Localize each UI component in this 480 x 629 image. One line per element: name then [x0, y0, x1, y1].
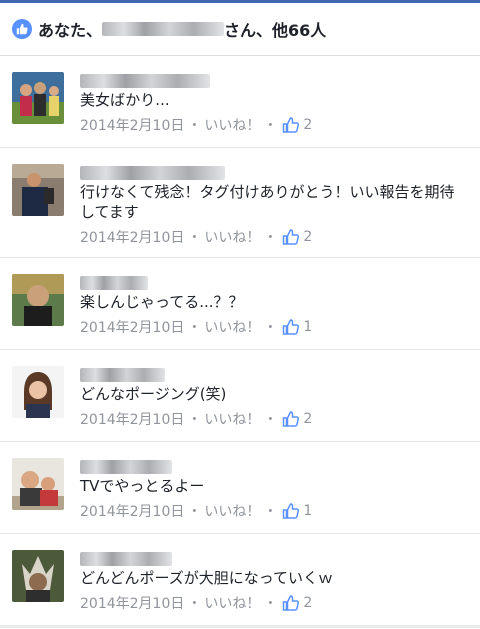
comment-text: 行けなくて残念！タグ付けありがとう！いい報告を期待してます [80, 183, 455, 221]
thumbs-up-icon[interactable] [282, 117, 300, 133]
likes-prefix: あなた、 [38, 21, 103, 40]
like-count[interactable]: 2 [303, 411, 312, 427]
comment-date[interactable]: 2014年2月10日 [80, 317, 184, 337]
comment-item: どんどんポーズが大胆になっていくｗ 2014年2月10日 ・ いいね！ ・ 2 [0, 534, 480, 629]
comment-text: 美女ばかり... [80, 91, 170, 109]
comment-meta: 2014年2月10日 ・ いいね！ ・ 2 [80, 593, 313, 613]
comment-date[interactable]: 2014年2月10日 [80, 593, 184, 613]
avatar[interactable] [12, 72, 64, 124]
thumbs-up-icon[interactable] [282, 503, 300, 519]
comment-text: 楽しんじゃってる...？？ [80, 293, 244, 311]
avatar[interactable] [12, 366, 64, 418]
commenter-name[interactable] [80, 456, 468, 474]
commenter-name[interactable] [80, 272, 468, 290]
comment-date[interactable]: 2014年2月10日 [80, 409, 184, 429]
like-count[interactable]: 2 [303, 117, 312, 133]
avatar[interactable] [12, 550, 64, 602]
comment-meta: 2014年2月10日 ・ いいね！ ・ 2 [80, 115, 313, 135]
commenter-name[interactable] [80, 162, 468, 180]
comment-meta: 2014年2月10日 ・ いいね！ ・ 1 [80, 317, 313, 337]
comment-item: どんなポージング(笑) 2014年2月10日 ・ いいね！ ・ 2 [0, 350, 480, 442]
redacted-name [102, 22, 225, 36]
thumbs-up-icon [12, 19, 32, 39]
comment-meta: 2014年2月10日 ・ いいね！ ・ 1 [80, 501, 313, 521]
comment-date[interactable]: 2014年2月10日 [80, 115, 184, 135]
like-count[interactable]: 2 [303, 229, 312, 245]
like-link[interactable]: いいね！ [204, 227, 260, 247]
like-link[interactable]: いいね！ [204, 115, 260, 135]
like-link[interactable]: いいね！ [204, 317, 260, 337]
thumbs-up-icon[interactable] [282, 595, 300, 611]
like-count[interactable]: 1 [303, 503, 312, 519]
comment-meta: 2014年2月10日 ・ いいね！ ・ 2 [80, 227, 313, 247]
commenter-name[interactable] [80, 364, 468, 382]
comment-date[interactable]: 2014年2月10日 [80, 501, 184, 521]
thumbs-up-icon[interactable] [282, 319, 300, 335]
like-link[interactable]: いいね！ [204, 501, 260, 521]
comment-text: TVでやっとるよー [80, 477, 205, 495]
avatar[interactable] [12, 164, 64, 216]
comment-item: 行けなくて残念！タグ付けありがとう！いい報告を期待してます 2014年2月10日… [0, 148, 480, 258]
comment-text: どんなポージング(笑) [80, 385, 227, 403]
commenter-name[interactable] [80, 548, 468, 566]
comment-meta: 2014年2月10日 ・ いいね！ ・ 2 [80, 409, 313, 429]
like-count[interactable]: 1 [303, 319, 312, 335]
likes-suffix: さん、他66人 [224, 21, 327, 40]
comment-item: TVでやっとるよー 2014年2月10日 ・ いいね！ ・ 1 [0, 442, 480, 534]
comment-date[interactable]: 2014年2月10日 [80, 227, 184, 247]
like-link[interactable]: いいね！ [204, 593, 260, 613]
like-count[interactable]: 2 [303, 595, 312, 611]
thumbs-up-icon[interactable] [282, 411, 300, 427]
avatar[interactable] [12, 274, 64, 326]
comment-item: 美女ばかり... 2014年2月10日 ・ いいね！ ・ 2 [0, 56, 480, 148]
thumbs-up-icon[interactable] [282, 229, 300, 245]
comment-text: どんどんポーズが大胆になっていくｗ [80, 569, 334, 587]
avatar[interactable] [12, 458, 64, 510]
likes-summary-header[interactable]: あなた、 さん、他66人 [0, 3, 480, 56]
comment-item: 楽しんじゃってる...？？ 2014年2月10日 ・ いいね！ ・ 1 [0, 258, 480, 350]
like-link[interactable]: いいね！ [204, 409, 260, 429]
commenter-name[interactable] [80, 70, 468, 88]
